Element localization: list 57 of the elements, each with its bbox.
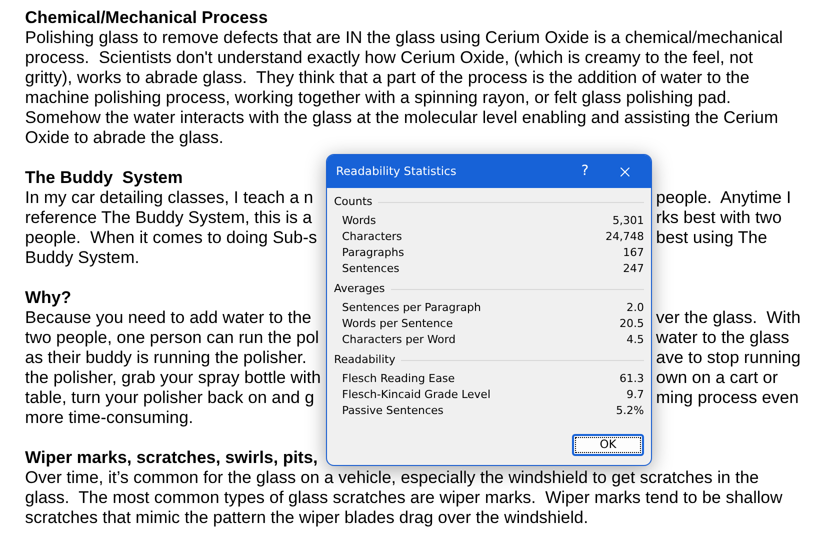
stat-value: 61.3 — [620, 370, 644, 387]
text-line: Because you need to add water to the — [25, 308, 312, 328]
stat-value: 5,301 — [612, 212, 644, 229]
stat-value: 24,748 — [606, 228, 644, 245]
text-line: gritty), works to abrade glass. They think that a part of the process is the addition of water to the — [25, 68, 750, 88]
text-line: process. Scientists don't understand exactly how Cerium Oxide, (which is creamy to the feel, not — [25, 48, 753, 68]
text-line: people. When it comes to doing Sub-s — [25, 228, 317, 248]
section-heading: Chemical/Mechanical Process — [25, 8, 268, 28]
stat-value: 167 — [623, 244, 644, 261]
text-line: people. Anytime I — [656, 188, 792, 208]
section-label: Counts — [334, 194, 372, 210]
text-line: Polishing glass to remove defects that are IN the glass using Cerium Oxide is a chemical/mechanical — [25, 28, 783, 48]
dialog-title: Readability Statistics — [336, 162, 458, 180]
stat-label: Sentences — [342, 260, 400, 277]
help-button[interactable]: ? — [573, 161, 597, 182]
stat-label: Passive Sentences — [342, 402, 444, 419]
stat-label: Characters — [342, 228, 402, 245]
text-line: In my car detailing classes, I teach a n — [25, 188, 314, 208]
text-line: water to the glass — [656, 328, 790, 348]
text-line: scratches that mimic the pattern the wiper blades drag over the windshield. — [25, 508, 588, 528]
stat-label: Flesch Reading Ease — [342, 370, 455, 387]
stat-label: Words — [342, 212, 376, 229]
stat-label: Flesch-Kincaid Grade Level — [342, 386, 491, 403]
text-line: rks best with two — [656, 208, 782, 228]
text-line: own on a cart or — [656, 368, 778, 388]
text-line: as their buddy is running the polisher. — [25, 348, 307, 368]
text-line: two people, one person can run the pol — [25, 328, 319, 348]
text-line: Buddy System. — [25, 248, 140, 268]
text-line: table, turn your polisher back on and g — [25, 388, 314, 408]
stat-label: Words per Sentence — [342, 316, 453, 332]
text-line: reference The Buddy System, this is a — [25, 208, 312, 228]
text-line: more time-consuming. — [25, 408, 194, 428]
stat-label: Sentences per Paragraph — [342, 300, 481, 316]
stat-value: 2.0 — [626, 300, 644, 316]
text-line: ave to stop running — [656, 348, 801, 368]
section-label: Averages — [334, 280, 385, 297]
stat-value: 9.7 — [626, 386, 644, 403]
stat-value: 247 — [623, 260, 644, 277]
text-line: the polisher, grab your spray bottle with — [25, 368, 321, 388]
text-line: Over time, it’s common for the glass on a vehicle, especially the windshield to get scratches in the — [25, 468, 759, 488]
ok-button[interactable]: OK — [572, 434, 644, 456]
text-line: best using The — [656, 228, 768, 248]
text-line: ming process even — [656, 388, 799, 408]
section-heading: Wiper marks, scratches, swirls, pits, — [25, 448, 318, 468]
section-heading: Why? — [25, 288, 72, 308]
stat-value: 4.5 — [626, 332, 644, 348]
text-line: Somehow the water interacts with the glass at the molecular level enabling and assisting the Cerium — [25, 108, 778, 128]
section-heading: The Buddy System — [25, 168, 183, 188]
stat-value: 20.5 — [620, 316, 644, 332]
stat-value: 5.2% — [616, 402, 644, 419]
stat-label: Characters per Word — [342, 332, 456, 348]
section-label: Readability — [334, 352, 396, 368]
text-line: ver the glass. With — [656, 308, 801, 328]
text-line: Oxide to abrade the glass. — [25, 128, 224, 148]
text-line: machine polishing process, working together with a spinning rayon, or felt glass polishing pad. — [25, 88, 731, 108]
stat-label: Paragraphs — [342, 244, 404, 261]
text-line: glass. The most common types of glass scratches are wiper marks. Wiper marks tend to be shallow — [25, 488, 782, 508]
